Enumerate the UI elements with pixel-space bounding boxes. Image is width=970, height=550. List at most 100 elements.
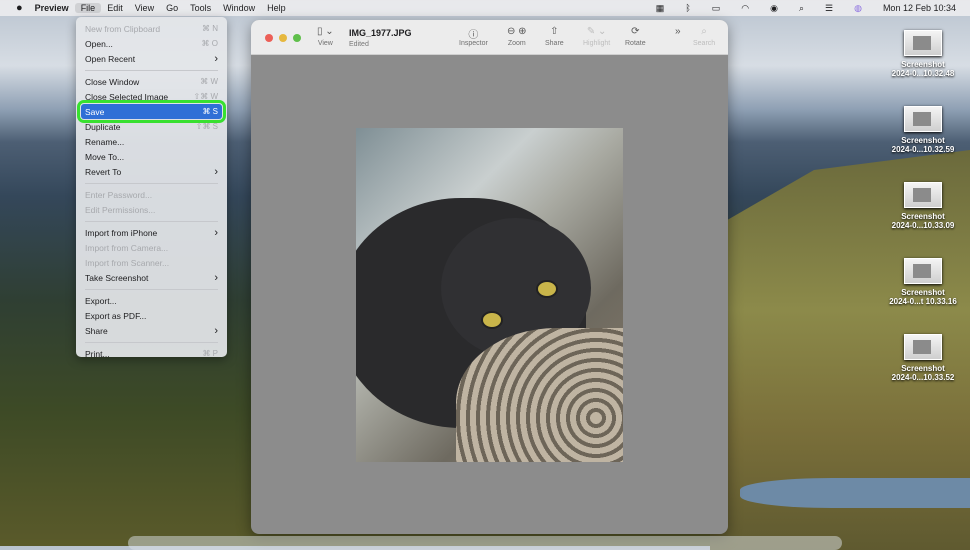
- file-name-line1: Screenshot: [901, 364, 945, 373]
- menu-separator: [85, 69, 218, 71]
- file-thumbnail-icon: [904, 30, 942, 56]
- stage-manager-icon[interactable]: ▦: [650, 3, 671, 14]
- shortcut-label: ⇧⌘ W: [193, 92, 218, 101]
- rotate-icon: ⟳: [631, 26, 640, 37]
- menu-item-export-as-pdf[interactable]: Export as PDF...: [81, 308, 222, 323]
- menu-item-label: Share: [85, 325, 108, 336]
- highlighter-icon: ✎ ⌄: [586, 26, 607, 37]
- menu-go[interactable]: Go: [160, 3, 184, 13]
- desktop-file-screenshot[interactable]: Screenshot 2024-0...10.33.52: [880, 334, 966, 382]
- preview-window: ▯ ⌄ View IMG_1977.JPG Edited ⓘ Inspector ⊖ …: [251, 20, 728, 534]
- file-name-line1: Screenshot: [901, 136, 945, 145]
- menu-item-export[interactable]: Export...: [81, 293, 222, 308]
- more-tools-button[interactable]: »: [675, 26, 681, 40]
- search-field[interactable]: ⌕ Search: [693, 26, 715, 47]
- menu-help[interactable]: Help: [261, 3, 292, 13]
- close-button[interactable]: [265, 34, 273, 42]
- desktop-file-screenshot[interactable]: Screenshot 2024-0...10.33.09: [880, 182, 966, 230]
- menu-app-preview[interactable]: Preview: [29, 3, 75, 13]
- zoom-label: Zoom: [507, 40, 526, 47]
- menu-item-label: Rename...: [85, 136, 125, 147]
- inspector-button[interactable]: ⓘ Inspector: [459, 26, 488, 47]
- clock[interactable]: Mon 12 Feb 10:34: [877, 3, 962, 13]
- menu-item-close-window[interactable]: Close Window ⌘ W: [81, 74, 222, 89]
- bluetooth-icon[interactable]: ᛒ: [679, 3, 696, 13]
- menu-item-rename[interactable]: Rename...: [81, 134, 222, 149]
- view-button[interactable]: ▯ ⌄ View: [317, 26, 334, 47]
- file-thumbnail-icon: [904, 182, 942, 208]
- control-center-icon[interactable]: ☰: [819, 3, 839, 14]
- rotate-button[interactable]: ⟳ Rotate: [625, 26, 646, 47]
- chevron-right-icon: ›: [214, 271, 218, 284]
- dock: [128, 536, 842, 550]
- battery-icon[interactable]: ▭: [706, 3, 727, 14]
- menu-item-label: Edit Permissions...: [85, 204, 156, 215]
- siri-icon[interactable]: ◍: [848, 3, 868, 14]
- menu-item-label: Take Screenshot: [85, 272, 149, 283]
- menu-item-label: Enter Password...: [85, 189, 153, 200]
- menu-bar: ● Preview File Edit View Go Tools Window…: [0, 0, 970, 16]
- menu-item-label: New from Clipboard: [85, 23, 161, 34]
- shortcut-label: ⌘ W: [200, 77, 218, 86]
- file-name-line1: Screenshot: [901, 212, 945, 221]
- menu-item-revert-to[interactable]: Revert To ›: [81, 164, 222, 179]
- menu-item-edit-permissions: Edit Permissions...: [81, 202, 222, 217]
- desktop-file-screenshot[interactable]: Screenshot 2024-0...t 10.33.16: [880, 258, 966, 306]
- menu-item-label: Close Window: [85, 76, 140, 87]
- menu-item-enter-password: Enter Password...: [81, 187, 222, 202]
- menu-item-label: Open Recent: [85, 53, 136, 64]
- inspector-label: Inspector: [459, 40, 488, 47]
- zoom-window-button[interactable]: [293, 34, 301, 42]
- chevron-right-icon: ›: [214, 226, 218, 239]
- apple-menu-icon[interactable]: ●: [10, 2, 29, 14]
- menu-separator: [85, 341, 218, 343]
- share-button[interactable]: ⇧ Share: [545, 26, 564, 47]
- shortcut-label: ⌘ O: [201, 39, 218, 48]
- minimize-button[interactable]: [279, 34, 287, 42]
- shortcut-label: ⌘ N: [202, 24, 218, 33]
- menu-item-close-selected-image[interactable]: Close Selected Image ⇧⌘ W: [81, 89, 222, 104]
- menu-item-open[interactable]: Open... ⌘ O: [81, 36, 222, 51]
- menu-item-duplicate[interactable]: Duplicate ⇧⌘ S: [81, 119, 222, 134]
- menu-file[interactable]: File: [74, 3, 102, 13]
- zoom-buttons[interactable]: ⊖ ⊕ Zoom: [507, 26, 527, 47]
- menu-item-print[interactable]: Print... ⌘ P: [81, 346, 222, 361]
- window-toolbar: ▯ ⌄ View IMG_1977.JPG Edited ⓘ Inspector ⊖ …: [251, 20, 728, 55]
- menu-item-take-screenshot[interactable]: Take Screenshot ›: [81, 270, 222, 285]
- zoom-in-out-icon: ⊖ ⊕: [507, 26, 527, 37]
- share-icon: ⇧: [550, 26, 559, 37]
- menu-tools[interactable]: Tools: [184, 3, 217, 13]
- menu-item-label: Export as PDF...: [85, 310, 147, 321]
- highlight-button[interactable]: ✎ ⌄ Highlight: [583, 26, 610, 47]
- menu-view[interactable]: View: [129, 3, 160, 13]
- menu-item-label: Save: [85, 106, 105, 117]
- search-icon: ⌕: [701, 26, 707, 37]
- desktop-file-screenshot[interactable]: Screenshot 2024-0...10.32.59: [880, 106, 966, 154]
- shortcut-label: ⇧⌘ S: [195, 122, 218, 131]
- desktop-file-screenshot[interactable]: Screenshot 2024-0...10.32.48: [880, 30, 966, 78]
- menu-item-move-to[interactable]: Move To...: [81, 149, 222, 164]
- menu-item-import-from-camera: Import from Camera...: [81, 240, 222, 255]
- share-label: Share: [545, 40, 564, 47]
- menu-item-import-from-iphone[interactable]: Import from iPhone ›: [81, 225, 222, 240]
- user-icon[interactable]: ◉: [764, 3, 784, 14]
- file-thumbnail-icon: [904, 106, 942, 132]
- spotlight-search-icon[interactable]: ⌕: [793, 3, 810, 14]
- menu-window[interactable]: Window: [217, 3, 261, 13]
- menu-item-open-recent[interactable]: Open Recent ›: [81, 51, 222, 66]
- menu-separator: [85, 288, 218, 290]
- file-thumbnail-icon: [904, 334, 942, 360]
- sidebar-icon: ▯ ⌄: [317, 26, 334, 37]
- chevrons-right-icon: »: [675, 26, 681, 37]
- menu-item-save[interactable]: Save ⌘ S: [77, 100, 226, 123]
- shortcut-label: ⌘ P: [202, 349, 218, 358]
- cat-photo: [356, 128, 623, 462]
- shortcut-label: ⌘ S: [202, 107, 218, 116]
- cat-eye: [536, 280, 558, 298]
- menu-edit[interactable]: Edit: [101, 3, 129, 13]
- menu-item-share[interactable]: Share ›: [81, 323, 222, 338]
- menu-item-label: Close Selected Image: [85, 91, 169, 102]
- menu-item-label: Open...: [85, 38, 113, 49]
- wifi-icon[interactable]: ◠: [735, 3, 755, 14]
- highlight-label: Highlight: [583, 40, 611, 47]
